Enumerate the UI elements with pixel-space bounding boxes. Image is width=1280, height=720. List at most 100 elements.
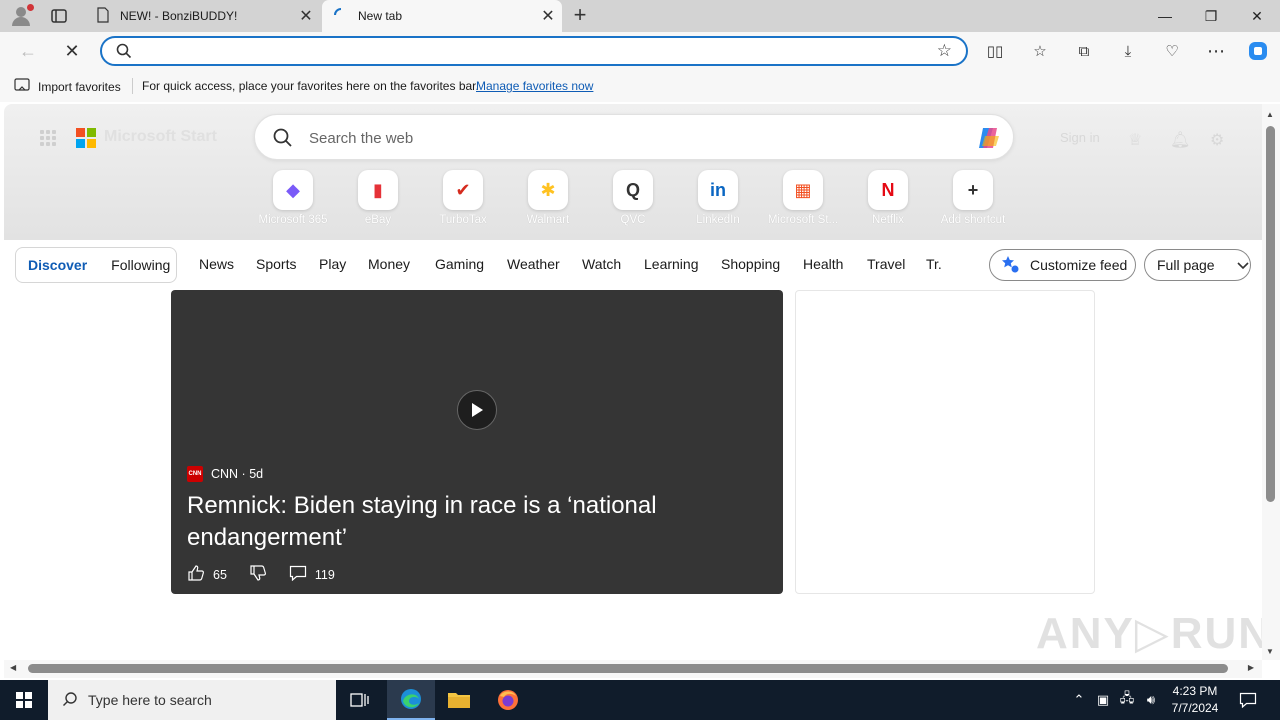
thumbs-up-icon[interactable] [187, 564, 205, 585]
browser-essentials-icon[interactable]: ♡ [1158, 37, 1186, 65]
layout-select[interactable]: Full page [1144, 249, 1251, 281]
horizontal-scrollbar[interactable]: ◀ ▶ [4, 660, 1262, 678]
address-input[interactable] [142, 42, 922, 60]
microsoft-logo-icon [76, 128, 96, 148]
restore-icon[interactable]: ❐ [1188, 0, 1234, 32]
scroll-down-icon[interactable]: ▼ [1266, 647, 1274, 656]
tab-actions-icon[interactable] [50, 7, 68, 25]
close-tab-icon[interactable]: ✕ [292, 6, 320, 26]
scroll-right-icon[interactable]: ▶ [1248, 663, 1254, 672]
sign-in-link[interactable]: Sign in [1060, 130, 1100, 145]
scroll-up-icon[interactable]: ▲ [1266, 110, 1274, 119]
start-button[interactable] [0, 680, 48, 720]
shortcut-tile[interactable]: Q QVC [590, 170, 676, 230]
side-card-placeholder [795, 290, 1095, 594]
nav-category[interactable]: Travel [867, 256, 905, 272]
app-launcher-icon[interactable] [40, 130, 56, 146]
vertical-scroll-thumb[interactable] [1266, 126, 1275, 502]
collections-icon[interactable]: ⧉ [1070, 37, 1098, 65]
like-count: 65 [213, 567, 227, 582]
more-options-icon[interactable]: ⋯ [1202, 37, 1230, 65]
back-icon[interactable]: ← [14, 37, 42, 65]
nav-category[interactable]: Money [368, 256, 410, 272]
shortcut-tile[interactable]: ✱ Walmart [505, 170, 591, 230]
shortcut-tile[interactable]: ◆ Microsoft 365 [250, 170, 336, 230]
microsoft-store-icon: ▦ [783, 170, 823, 210]
clock[interactable]: 4:23 PM 7/7/2024 [1160, 683, 1230, 717]
netflix-icon: N [868, 170, 908, 210]
nav-category[interactable]: Gaming [435, 256, 484, 272]
play-icon[interactable] [457, 390, 497, 430]
shortcut-tile[interactable]: N Netflix [845, 170, 931, 230]
new-tab-icon[interactable]: + [568, 4, 592, 28]
notifications-icon[interactable]: 🔔︎ [1170, 130, 1190, 150]
split-screen-icon[interactable]: ▯▯ [981, 37, 1009, 65]
edge-app-icon[interactable] [387, 680, 435, 720]
shortcut-tile[interactable]: ▦ Microsoft St... [760, 170, 846, 230]
volume-icon[interactable]: 🔊︎ [1140, 680, 1162, 720]
close-window-icon[interactable]: ✕ [1234, 0, 1280, 32]
horizontal-scroll-thumb[interactable] [28, 664, 1228, 673]
thumbs-down-icon[interactable] [249, 564, 267, 585]
comment-count: 119 [314, 567, 335, 582]
device-icon[interactable]: ▣ [1092, 680, 1114, 720]
favorite-star-icon[interactable]: ☆ [937, 41, 952, 61]
nav-category[interactable]: Weather [507, 256, 560, 272]
tab-discover[interactable]: Discover [16, 257, 99, 273]
copilot-icon[interactable] [975, 124, 1003, 155]
file-explorer-icon[interactable] [435, 680, 483, 720]
nav-category[interactable]: News [199, 256, 234, 272]
nav-category[interactable]: Shopping [721, 256, 780, 272]
shortcut-label: TurboTax [439, 214, 487, 226]
copilot-icon[interactable] [1244, 37, 1272, 65]
close-tab-icon[interactable]: ✕ [534, 6, 562, 26]
web-search-box[interactable] [254, 114, 1014, 160]
nav-category[interactable]: Sports [256, 256, 296, 272]
taskbar-search-input[interactable] [88, 692, 308, 708]
ebay-icon: ▮ [358, 170, 398, 210]
network-icon[interactable]: 🖧︎ [1116, 680, 1138, 720]
nav-category[interactable]: Tr. [926, 256, 942, 272]
article-headline[interactable]: Remnick: Biden staying in race is a ‘nat… [187, 490, 747, 554]
shortcut-tile[interactable]: in LinkedIn [675, 170, 761, 230]
nav-category[interactable]: Watch [582, 256, 621, 272]
shortcut-tile[interactable]: ▮ eBay [335, 170, 421, 230]
show-hidden-icons[interactable]: ⌃ [1068, 680, 1090, 720]
customize-feed-button[interactable]: Customize feed [989, 249, 1136, 281]
article-source: CNN CNN · 5d [187, 466, 263, 482]
tab-new-tab[interactable]: New tab ✕ [322, 0, 562, 32]
vertical-scrollbar[interactable]: ▲ ▼ [1262, 104, 1280, 660]
video-news-card[interactable]: CNN CNN · 5d Remnick: Biden staying in r… [171, 290, 783, 594]
address-bar[interactable]: ☆ [100, 36, 968, 66]
scroll-left-icon[interactable]: ◀ [10, 663, 16, 672]
tab-following[interactable]: Following [99, 257, 182, 273]
stop-loading-icon[interactable]: ✕ [58, 37, 86, 65]
firefox-icon[interactable] [484, 680, 532, 720]
manage-favorites-link[interactable]: Manage favorites now [476, 79, 593, 93]
taskbar-search[interactable] [48, 680, 336, 720]
nav-category[interactable]: Health [803, 256, 843, 272]
downloads-icon[interactable]: ⤓ [1114, 37, 1142, 65]
minimize-icon[interactable]: — [1142, 0, 1188, 32]
profile-icon[interactable] [8, 4, 34, 28]
shortcut-label: LinkedIn [696, 214, 740, 226]
settings-icon[interactable]: ⚙ [1210, 130, 1224, 150]
clock-date: 7/7/2024 [1171, 701, 1219, 715]
rewards-icon[interactable]: ♕ [1128, 130, 1142, 150]
plus-icon: + [953, 170, 993, 210]
task-view-icon[interactable] [336, 680, 384, 720]
tab-title: NEW! - BonziBUDDY! [120, 9, 238, 23]
brand-name[interactable]: Microsoft Start [104, 128, 217, 146]
import-favorites-button[interactable]: Import favorites [14, 78, 121, 95]
shortcut-tile[interactable]: ✔ TurboTax [420, 170, 506, 230]
comment-icon[interactable] [289, 565, 307, 584]
nav-category[interactable]: Learning [644, 256, 699, 272]
notification-center-icon[interactable] [1234, 680, 1262, 720]
shortcut-tile[interactable]: + Add shortcut [930, 170, 1016, 230]
web-search-input[interactable] [309, 127, 949, 149]
linkedin-icon: in [698, 170, 738, 210]
nav-category[interactable]: Play [319, 256, 346, 272]
shortcut-label: QVC [620, 214, 646, 226]
tab-bonzibuddy[interactable]: NEW! - BonziBUDDY! ✕ [84, 0, 320, 32]
favorites-icon[interactable]: ☆ [1026, 37, 1054, 65]
